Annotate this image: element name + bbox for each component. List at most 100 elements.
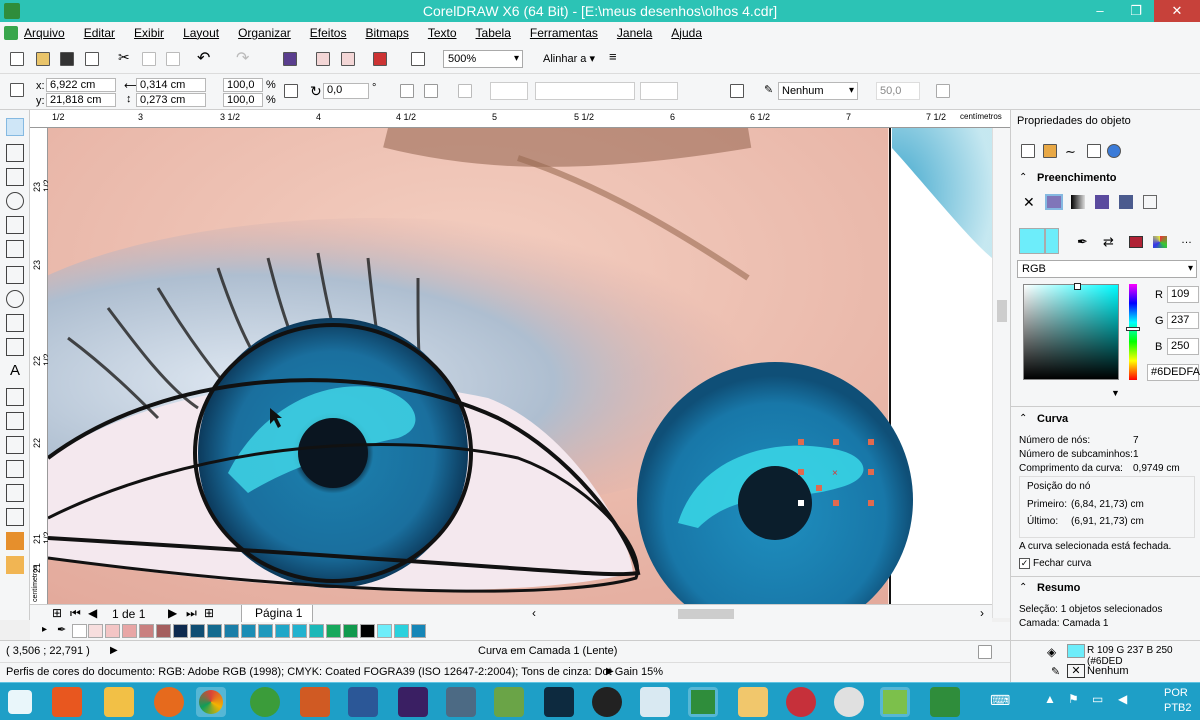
fill-color-swatch[interactable] <box>1067 644 1085 658</box>
polygon-tool-icon[interactable] <box>6 314 24 332</box>
zoom-one-shot-icon[interactable] <box>978 645 992 659</box>
text-tool-icon[interactable]: A <box>6 362 24 380</box>
search-content-icon[interactable] <box>283 52 297 66</box>
app-shape-icon[interactable] <box>446 687 476 717</box>
effects-tool-icon[interactable] <box>6 460 24 478</box>
outline-tab-icon[interactable] <box>1021 144 1035 158</box>
redo-icon[interactable]: ↷ <box>236 48 250 67</box>
windows-start-icon[interactable] <box>8 690 32 714</box>
collapse-summary-icon[interactable]: ⌃ <box>1019 582 1027 593</box>
color-swatch[interactable] <box>394 624 409 638</box>
corel-leaf-icon[interactable] <box>494 687 524 717</box>
color-picker-handle[interactable] <box>1074 283 1081 290</box>
color-swatch[interactable] <box>343 624 358 638</box>
reduce-nodes-icon[interactable] <box>936 84 950 98</box>
maximize-button[interactable]: ❐ <box>1118 0 1154 22</box>
shape-tool-icon[interactable] <box>6 144 24 162</box>
new-document-icon[interactable] <box>10 52 24 66</box>
publish-pdf-icon[interactable] <box>373 52 387 66</box>
internet-tab-icon[interactable] <box>1107 144 1121 158</box>
glass-app-icon[interactable] <box>640 687 670 717</box>
freehand-tool-icon[interactable] <box>6 216 24 234</box>
bug-app-icon[interactable] <box>834 687 864 717</box>
color-swatch[interactable] <box>292 624 307 638</box>
end-arrow-select[interactable] <box>640 82 678 100</box>
interactive-fill-tool-icon[interactable] <box>6 556 24 574</box>
paint-icon[interactable] <box>738 687 768 717</box>
vertical-scrollbar[interactable] <box>992 128 1010 618</box>
color-swatch[interactable] <box>190 624 205 638</box>
menu-bitmaps[interactable]: Bitmaps <box>365 26 408 40</box>
smart-fill-tool-icon[interactable] <box>6 240 24 258</box>
menu-editar[interactable]: Editar <box>84 26 115 40</box>
last-page-icon[interactable]: ⏭ <box>186 606 197 621</box>
menu-layout[interactable]: Layout <box>183 26 219 40</box>
first-page-icon[interactable]: ⏮ <box>70 606 81 621</box>
volume-icon[interactable]: ◀ <box>1118 692 1127 706</box>
curve-tab-icon[interactable]: ∼ <box>1065 144 1076 160</box>
undo-icon[interactable]: ↶ <box>197 48 211 67</box>
chrome-task[interactable] <box>196 687 226 717</box>
crop-tool-icon[interactable] <box>6 168 24 186</box>
export-icon[interactable] <box>341 52 355 66</box>
options-icon[interactable]: ≡ <box>609 49 623 64</box>
pick-tool-icon[interactable] <box>6 118 24 136</box>
add-page-after-icon[interactable]: ⊞ <box>204 606 214 620</box>
color-swatch[interactable] <box>275 624 290 638</box>
zoom-tool-icon[interactable] <box>6 192 24 210</box>
rotation-input[interactable]: 0,0 <box>323 83 369 99</box>
pattern-fill-icon[interactable] <box>1095 195 1109 209</box>
speaker-app-icon[interactable] <box>592 687 622 717</box>
print-icon[interactable] <box>85 52 99 66</box>
no-color-swatch[interactable] <box>72 624 87 638</box>
start-arrow-select[interactable] <box>490 82 528 100</box>
menu-janela[interactable]: Janela <box>617 26 652 40</box>
eyedropper-tool-icon[interactable] <box>6 484 24 502</box>
swap-colors-icon[interactable]: ⇄ <box>1103 234 1114 250</box>
lock-ratio-icon[interactable] <box>284 84 298 98</box>
after-effects-icon[interactable] <box>398 687 428 717</box>
drawing-canvas[interactable]: × <box>48 128 992 604</box>
media-player-icon[interactable] <box>52 687 82 717</box>
network-icon[interactable]: ▭ <box>1092 692 1103 706</box>
outline-width-select[interactable]: Nenhum ▾ <box>778 82 858 100</box>
tray-expand-icon[interactable]: ▲ <box>1044 692 1056 706</box>
no-outline-icon[interactable]: ✕ <box>1067 664 1085 678</box>
prev-page-icon[interactable]: ◀ <box>88 606 97 620</box>
cut-icon[interactable]: ✂ <box>118 49 132 65</box>
mirror-horizontal-icon[interactable] <box>400 84 414 98</box>
file-explorer-icon[interactable] <box>104 687 134 717</box>
color-swatch[interactable] <box>207 624 222 638</box>
paste-icon[interactable] <box>166 52 180 66</box>
fill-tab-icon[interactable] <box>1043 144 1057 158</box>
basic-shapes-tool-icon[interactable] <box>6 338 24 356</box>
page-tab[interactable]: Página 1 <box>241 605 313 623</box>
node-type-icon[interactable] <box>458 84 472 98</box>
color-swatch[interactable] <box>156 624 171 638</box>
globe-app-icon[interactable] <box>250 687 280 717</box>
fountain-fill-icon[interactable] <box>1071 195 1085 209</box>
zoom-level-select[interactable]: 500% <box>443 50 523 68</box>
left-ruler[interactable]: 23 1/2 23 22 1/2 22 21 1/2 21 centímetro… <box>30 128 52 604</box>
object-origin-icon[interactable] <box>10 83 24 97</box>
uniform-fill-icon[interactable] <box>1045 194 1063 210</box>
color-profile-info[interactable]: Perfis de cores do documento: RGB: Adobe… <box>6 666 663 678</box>
line-style-select[interactable] <box>535 82 635 100</box>
copy-icon[interactable] <box>142 52 156 66</box>
align-dropdown[interactable]: Alinhar a ▾ <box>543 52 595 65</box>
color-swatch[interactable] <box>105 624 120 638</box>
open-folder-icon[interactable] <box>36 52 50 66</box>
profile-arrow-icon[interactable]: ▶ <box>606 666 614 677</box>
color-swatch[interactable] <box>122 624 137 638</box>
color-viewer-icon[interactable] <box>1129 236 1143 248</box>
menu-ferramentas[interactable]: Ferramentas <box>530 26 598 40</box>
dimension-tool-icon[interactable] <box>6 412 24 430</box>
y-position-input[interactable]: 21,818 cm <box>46 93 116 107</box>
scroll-left-icon[interactable]: ‹ <box>532 606 536 620</box>
language-indicator[interactable]: POR <box>1164 687 1188 699</box>
connector-tool-icon[interactable] <box>6 436 24 454</box>
frame-tab-icon[interactable] <box>1087 144 1101 158</box>
color-swatch[interactable] <box>139 624 154 638</box>
no-fill-icon[interactable]: ✕ <box>1023 194 1035 211</box>
coreldraw-task[interactable] <box>880 687 910 717</box>
